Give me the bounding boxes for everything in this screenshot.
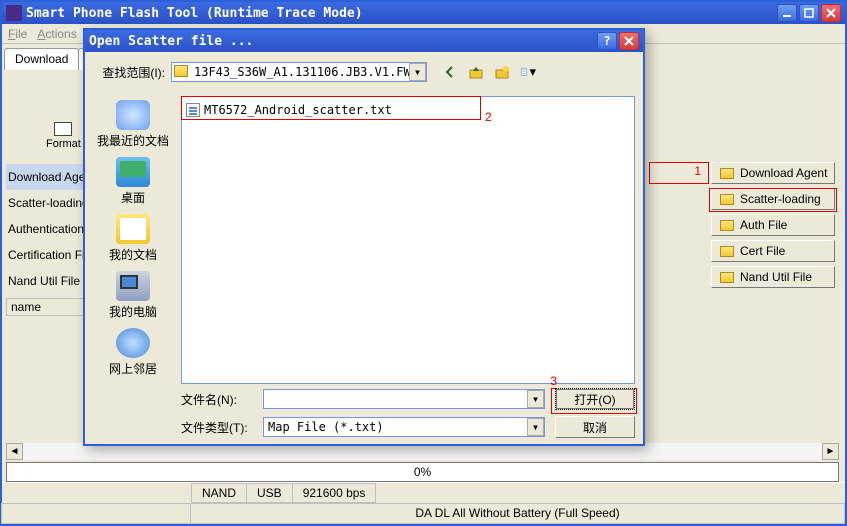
cancel-button[interactable]: 取消: [555, 416, 635, 438]
filetype-label: 文件类型(T):: [181, 419, 253, 436]
format-icon: [54, 122, 72, 136]
network-icon: [116, 328, 150, 358]
status-nand: NAND: [191, 483, 247, 503]
close-button[interactable]: [821, 4, 841, 22]
open-scatter-dialog: Open Scatter file ... ? 查找范围(I): 13F43_S…: [83, 28, 645, 446]
label-download-agent: Download Agent: [6, 164, 84, 190]
status-usb: USB: [246, 483, 293, 503]
status-baud: 921600 bps: [292, 483, 377, 503]
lookin-label: 查找范围(I):: [93, 64, 165, 81]
places-bar: 我最近的文档 桌面 我的文档 我的电脑 网上邻居: [93, 96, 173, 384]
nand-util-file-button[interactable]: Nand Util File: [711, 266, 835, 288]
maximize-button[interactable]: [799, 4, 819, 22]
folder-icon: [720, 168, 734, 179]
chevron-down-icon[interactable]: ▾: [409, 63, 426, 81]
lookin-value: 13F43_S36W_A1.131106.JB3.V1.FWVGA.4P: [194, 65, 427, 79]
format-tool[interactable]: Format: [46, 122, 81, 150]
filename-label: 文件名(N):: [181, 391, 253, 408]
open-button[interactable]: 打开(O): [555, 388, 635, 410]
progress-bar: 0%: [6, 462, 839, 482]
auth-file-button[interactable]: Auth File: [711, 214, 835, 236]
dialog-title: Open Scatter file ...: [89, 34, 597, 49]
label-nand-util: Nand Util File: [6, 268, 84, 294]
format-label: Format: [46, 138, 81, 150]
place-network[interactable]: 网上邻居: [96, 328, 170, 377]
cert-file-button[interactable]: Cert File: [711, 240, 835, 262]
download-agent-button[interactable]: Download Agent: [711, 162, 835, 184]
file-item[interactable]: MT6572_Android_scatter.txt: [186, 101, 630, 119]
status-da: DA DL All Without Battery (Full Speed): [190, 503, 845, 524]
chevron-down-icon[interactable]: ▾: [527, 418, 544, 436]
file-list[interactable]: MT6572_Android_scatter.txt: [181, 96, 635, 384]
app-icon: [6, 5, 22, 21]
filetype-value: Map File (*.txt): [268, 420, 384, 434]
computer-icon: [116, 271, 150, 301]
view-menu-icon[interactable]: ▾: [519, 63, 537, 81]
tab-download[interactable]: Download: [4, 48, 79, 70]
filetype-select[interactable]: Map File (*.txt) ▾: [263, 417, 545, 437]
field-labels: Download Agent Scatter-loading F Authent…: [6, 164, 84, 294]
lookin-select[interactable]: 13F43_S36W_A1.131106.JB3.V1.FWVGA.4P ▾: [171, 62, 427, 82]
dialog-close-button[interactable]: [619, 32, 639, 50]
new-folder-icon[interactable]: [493, 63, 511, 81]
place-recent[interactable]: 我最近的文档: [96, 100, 170, 149]
annotation-box-scatter: [709, 188, 837, 212]
folder-icon: [720, 220, 734, 231]
minimize-button[interactable]: [777, 4, 797, 22]
chevron-down-icon[interactable]: ▾: [527, 390, 544, 408]
label-certification: Certification File: [6, 242, 84, 268]
label-authentication: Authentication F: [6, 216, 84, 242]
right-button-column: Download Agent Scatter-loading Auth File…: [711, 162, 835, 288]
file-item-label: MT6572_Android_scatter.txt: [204, 103, 392, 117]
main-title: Smart Phone Flash Tool (Runtime Trace Mo…: [26, 6, 777, 21]
annotation-label-3: 3: [550, 374, 557, 388]
status-bar: NAND USB 921600 bps DA DL All Without Ba…: [2, 482, 845, 524]
status-empty: [1, 503, 191, 524]
place-desktop[interactable]: 桌面: [96, 157, 170, 206]
filename-input[interactable]: ▾: [263, 389, 545, 409]
scroll-left-button[interactable]: ◄: [6, 443, 23, 460]
dialog-help-button[interactable]: ?: [597, 32, 617, 50]
label-scatter-loading: Scatter-loading F: [6, 190, 84, 216]
menu-file[interactable]: FFileile: [8, 27, 27, 41]
back-icon[interactable]: [441, 63, 459, 81]
main-titlebar[interactable]: Smart Phone Flash Tool (Runtime Trace Mo…: [2, 2, 845, 24]
annotation-label-2: 2: [485, 110, 492, 124]
recent-icon: [116, 100, 150, 130]
menu-action[interactable]: Actions: [37, 27, 76, 41]
folder-icon: [174, 65, 188, 77]
desktop-icon: [116, 157, 150, 187]
text-file-icon: [186, 103, 200, 117]
dialog-titlebar[interactable]: Open Scatter file ... ?: [85, 30, 643, 52]
place-computer[interactable]: 我的电脑: [96, 271, 170, 320]
folder-icon: [720, 246, 734, 257]
annotation-label-1: 1: [694, 164, 701, 178]
place-documents[interactable]: 我的文档: [96, 214, 170, 263]
name-column-header[interactable]: name: [6, 298, 84, 316]
documents-icon: [116, 214, 150, 244]
folder-icon: [720, 272, 734, 283]
up-folder-icon[interactable]: [467, 63, 485, 81]
progress-value: 0%: [414, 465, 431, 479]
scroll-right-button[interactable]: ►: [822, 443, 839, 460]
